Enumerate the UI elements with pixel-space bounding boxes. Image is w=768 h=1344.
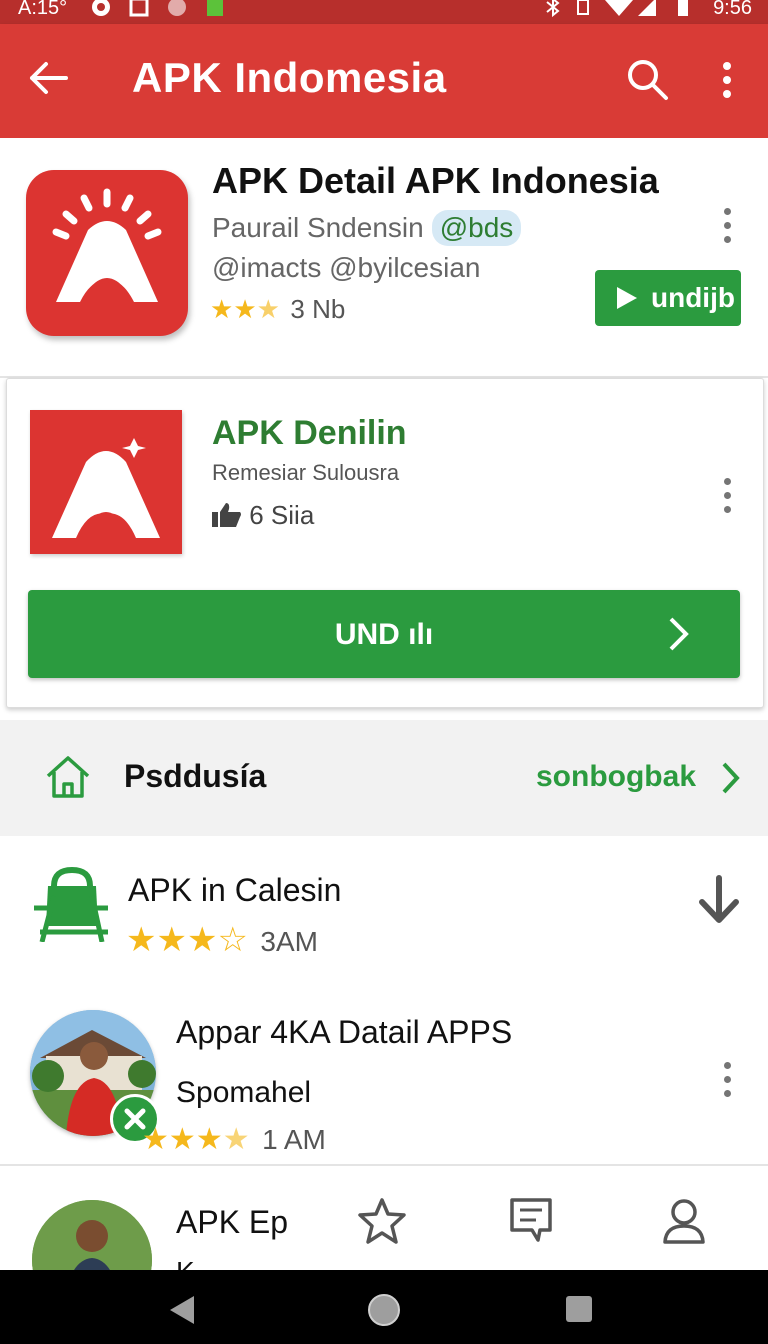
battery-saver-icon <box>207 0 223 16</box>
shopping-bag-icon <box>34 866 108 942</box>
star-icon: ★ <box>168 1123 196 1156</box>
star-icon: ★ <box>195 1123 223 1156</box>
list-item-more-icon[interactable] <box>721 1062 733 1104</box>
developer-tag: @bds <box>431 210 522 246</box>
list-item-name[interactable]: APK Ep <box>176 1204 288 1241</box>
app-bar: APK Indomesia <box>0 24 768 138</box>
star-outline-icon: ☆ <box>217 921 248 959</box>
card-likes-text: 6 Siia <box>249 500 315 530</box>
status-time-left: A:15° <box>18 0 68 19</box>
install-button[interactable]: undijb <box>595 270 741 326</box>
star-icon: ★ <box>126 921 157 959</box>
list-item-rating: ★★★☆ 3AM <box>126 920 318 960</box>
signal-icon <box>638 0 656 16</box>
recents-square-icon[interactable] <box>564 1294 594 1324</box>
list-item-name[interactable]: APK in Calesin <box>128 872 341 909</box>
list-item-name[interactable]: Appar 4KA Datail APPS <box>176 1014 512 1051</box>
list-item[interactable] <box>0 836 768 976</box>
status-bar: A:15° 9:56 <box>0 0 768 24</box>
star-icon: ★ <box>156 921 187 959</box>
chevron-right-icon <box>669 617 689 651</box>
back-triangle-icon[interactable] <box>168 1294 196 1326</box>
card-app-name[interactable]: APK Denilin <box>212 414 407 453</box>
card-more-icon[interactable] <box>721 478 733 520</box>
list-item-meta: 3AM <box>260 926 318 957</box>
wifi-icon <box>605 0 633 16</box>
search-icon[interactable] <box>624 56 670 102</box>
featured-app-name[interactable]: APK Detail APK Indonesia <box>212 160 659 202</box>
music-icon <box>168 0 186 16</box>
star-half-icon: ★ <box>222 1123 250 1156</box>
app-bar-title: APK Indomesia <box>132 54 447 101</box>
developer-name[interactable]: Paurail Sndensin <box>212 212 424 243</box>
photo-icon <box>129 0 149 17</box>
download-arrow-icon[interactable] <box>698 874 740 926</box>
featured-developer: Paurail Sndensin @bds <box>212 210 522 246</box>
home-icon <box>46 756 90 798</box>
notification-icon <box>92 0 110 16</box>
list-item-rating: ★★★★ 1 AM <box>142 1122 326 1157</box>
star-icon: ★ <box>186 921 218 959</box>
star-icon: ★ <box>142 1123 169 1156</box>
home-circle-icon[interactable] <box>366 1292 402 1328</box>
card-button-label: UND ılı <box>334 618 434 651</box>
star-icon: ★ <box>233 294 257 324</box>
status-time-right: 9:56 <box>713 0 752 19</box>
divider <box>0 1164 768 1166</box>
reviews-icon[interactable] <box>508 1196 554 1246</box>
vibrate-icon <box>577 0 589 15</box>
featured-more-icon[interactable] <box>721 208 733 250</box>
card-app-subtitle: Remesiar Sulousra <box>212 460 400 485</box>
featured-subtitle: @imacts @byilcesian <box>212 252 481 283</box>
account-icon[interactable] <box>662 1198 706 1244</box>
section-header[interactable]: Psddusía sonbogbak <box>0 720 768 836</box>
list-item-meta: 1 AM <box>262 1124 326 1155</box>
card-app-icon[interactable] <box>30 410 182 554</box>
list-item-subtitle: Spomahel <box>176 1076 312 1109</box>
bluetooth-icon <box>546 0 560 18</box>
featured-rating-text: 3 Nb <box>290 294 346 324</box>
featured-app-icon[interactable] <box>26 170 188 336</box>
featured-rating: ★★★ 3 Nb <box>210 294 345 325</box>
system-nav-bar <box>0 1270 768 1344</box>
chevron-right-icon[interactable] <box>722 762 740 794</box>
star-outline-icon[interactable] <box>356 1196 408 1246</box>
section-title: Psddusía <box>124 758 267 794</box>
more-vert-icon[interactable] <box>712 58 742 104</box>
section-link[interactable]: sonbogbak <box>536 760 696 794</box>
card-likes: 6 Siia <box>212 500 314 531</box>
card-download-button[interactable]: UND ılı <box>28 590 740 678</box>
back-arrow-icon[interactable] <box>26 56 70 100</box>
thumbs-up-icon <box>212 503 241 527</box>
play-icon <box>617 287 637 309</box>
install-button-label: undijb <box>651 282 735 313</box>
star-icon: ★ <box>210 294 234 324</box>
star-half-icon: ★ <box>256 294 280 324</box>
battery-icon <box>678 0 688 16</box>
